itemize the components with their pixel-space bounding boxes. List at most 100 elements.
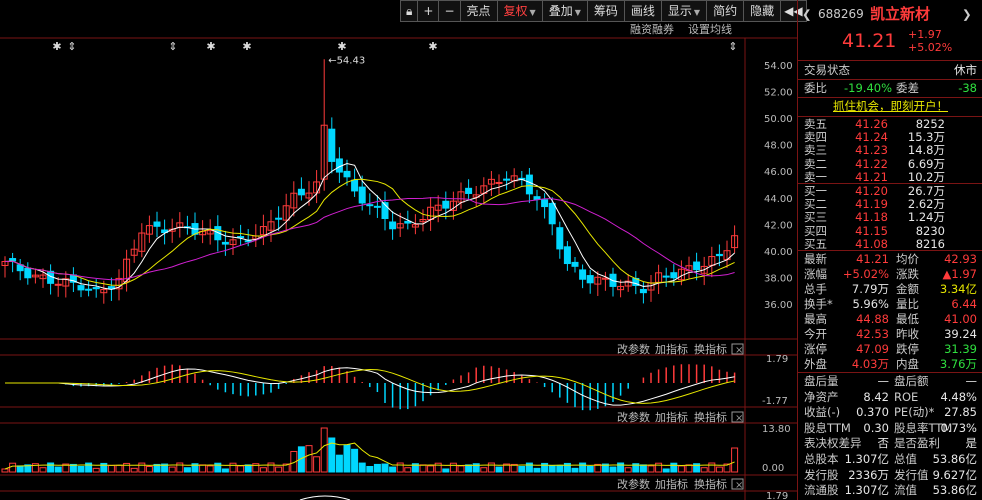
volume-bar xyxy=(442,468,450,473)
order-price: 41.08 xyxy=(855,236,888,251)
back-icon[interactable]: ❮ xyxy=(802,4,812,24)
event-marker[interactable]: ✱ xyxy=(206,40,215,53)
order-book-row: 买五 41.08 8216 xyxy=(798,236,982,251)
stat-label: 最低 xyxy=(896,312,919,326)
stat-label: 量比 xyxy=(896,297,919,311)
toolbar-chips-button[interactable]: 筹码 xyxy=(586,0,625,22)
volume-bar xyxy=(548,464,556,473)
volume-bar xyxy=(381,463,389,473)
toolbar-highlight-button[interactable]: 亮点 xyxy=(459,0,498,22)
stat-value: 6.44 xyxy=(951,297,977,311)
toolbar-display-button[interactable]: 显示 ▼ xyxy=(660,0,708,22)
candle-body xyxy=(24,267,32,279)
order-book-row: 卖一 41.21 10.2万 xyxy=(798,169,982,184)
volume-bar xyxy=(617,462,625,473)
macd-add-indicator-button[interactable]: 加指标 xyxy=(655,342,688,356)
volume-bar xyxy=(662,468,670,473)
toolbar-adjust-button[interactable]: 复权 ▼ xyxy=(496,0,543,22)
price-axis-label: 46.00 xyxy=(764,167,793,178)
volume-bar xyxy=(404,467,412,473)
volume-bar xyxy=(556,464,564,473)
stat-label: 涨停 xyxy=(804,342,827,356)
candle-body xyxy=(571,261,579,267)
stat-label: 换手* xyxy=(804,297,833,311)
order-book-row: 买四 41.15 8230 xyxy=(798,223,982,238)
lock-icon[interactable]: 🔒︎ xyxy=(400,0,419,22)
bottom-switch-indicator-button[interactable]: 换指标 xyxy=(694,477,727,491)
fundamental-row: 盘后量 — 盘后额 — xyxy=(798,374,982,389)
quote-panel: ❮ 688269 凯立新材 ❯ 41.21 +1.97 +5.02% 交易状态 … xyxy=(797,0,982,500)
order-price: 41.26 xyxy=(855,117,888,131)
stock-name: 凯立新材 xyxy=(870,5,931,23)
order-level-label: 买四 xyxy=(804,223,827,238)
event-marker[interactable]: ✱ xyxy=(52,40,61,53)
toolbar-overlay-button[interactable]: 叠加 ▼ xyxy=(541,0,588,22)
fundamental-value: 1.307亿 xyxy=(844,452,889,466)
volume-bar xyxy=(244,464,252,473)
minus-icon[interactable]: − xyxy=(438,0,461,22)
kline-chart-area[interactable]: 融资融券 设置均线 ✱ ⇕ ⇕ ✱ ✱ ✱ ✱ ⇕ 54.00 52.00 50.00 48.00 46.0… xyxy=(0,0,797,500)
vol-edit-params-button[interactable]: 改参数 xyxy=(617,410,650,424)
stat-row: 最高 44.88 最低 41.00 xyxy=(798,312,982,327)
toolbar-draw-button[interactable]: 画线 xyxy=(623,0,662,22)
fundamental-row: 总股本 1.307亿 总值 53.86亿 xyxy=(798,452,982,467)
stat-value: 41.21 xyxy=(856,252,889,266)
order-volume: 8216 xyxy=(915,236,945,251)
forward-icon[interactable]: ❯ xyxy=(962,4,972,24)
order-book-row: 卖五 41.26 8252 xyxy=(798,118,982,131)
candle-body xyxy=(556,227,564,250)
candle-body xyxy=(9,258,17,262)
vol-axis-bottom: 0.00 xyxy=(762,463,784,474)
volume-bar xyxy=(138,462,146,473)
fundamental-row: 流通股 1.307亿 流值 53.86亿 xyxy=(798,483,982,498)
toolbar-simple-button[interactable]: 简约 xyxy=(706,0,745,22)
event-marker[interactable]: ⇕ xyxy=(67,40,76,53)
stat-value: +5.02% xyxy=(842,267,889,281)
order-level-label: 买二 xyxy=(804,197,827,212)
order-price: 41.22 xyxy=(855,156,888,171)
event-marker[interactable]: ✱ xyxy=(242,40,251,53)
toolbar-hide-button[interactable]: 隐藏 xyxy=(743,0,782,22)
order-volume: 8252 xyxy=(915,117,945,131)
order-level-label: 卖一 xyxy=(804,169,827,184)
candle-body xyxy=(77,285,85,291)
event-marker[interactable]: ⇕ xyxy=(168,40,177,53)
volume-bar xyxy=(480,467,488,473)
order-volume: 6.69万 xyxy=(907,156,945,171)
stat-row: 外盘 4.03万 内盘 3.76万 xyxy=(798,357,982,372)
stat-row: 最新 41.21 均价 42.93 xyxy=(798,252,982,267)
open-account-link[interactable]: 抓住机会，即刻开户！ xyxy=(798,99,982,114)
ma-settings-label[interactable]: 设置均线 xyxy=(688,22,732,36)
volume-bar xyxy=(609,466,617,473)
macd-axis-bottom: -1.77 xyxy=(762,396,788,407)
fundamental-label: 净资产 xyxy=(804,389,839,404)
candle-body xyxy=(275,217,283,220)
fundamental-value: — xyxy=(877,374,890,388)
vol-add-indicator-button[interactable]: 加指标 xyxy=(655,410,688,424)
margin-trading-label[interactable]: 融资融券 xyxy=(630,22,674,36)
bottom-add-indicator-button[interactable]: 加指标 xyxy=(655,477,688,491)
volume-bar xyxy=(624,467,632,473)
fundamental-label: 发行值 xyxy=(894,467,929,482)
vol-switch-indicator-button[interactable]: 换指标 xyxy=(694,410,727,424)
volume-bar xyxy=(85,462,93,473)
chevron-down-icon: ▼ xyxy=(693,8,701,17)
volume-bar xyxy=(647,465,655,473)
bottom-edit-params-button[interactable]: 改参数 xyxy=(617,477,650,491)
fundamental-label: 发行股 xyxy=(804,467,839,482)
candle-body xyxy=(579,269,587,280)
volume-bar xyxy=(275,466,283,473)
macd-edit-params-button[interactable]: 改参数 xyxy=(617,342,650,356)
fundamental-value: 53.86亿 xyxy=(932,452,977,466)
fundamental-row: 表决权差异否是否盈利 是 xyxy=(798,436,982,451)
volume-bar xyxy=(206,465,214,473)
macd-switch-indicator-button[interactable]: 换指标 xyxy=(694,342,727,356)
plus-icon[interactable]: + xyxy=(417,0,440,22)
event-marker[interactable]: ✱ xyxy=(337,40,346,53)
stat-value: ▲1.97 xyxy=(942,267,977,281)
candle-body xyxy=(85,288,93,291)
order-book-row: 卖二 41.22 6.69万 xyxy=(798,156,982,171)
event-marker[interactable]: ✱ xyxy=(428,40,437,53)
volume-bar xyxy=(92,467,100,473)
event-marker[interactable]: ⇕ xyxy=(728,40,737,53)
